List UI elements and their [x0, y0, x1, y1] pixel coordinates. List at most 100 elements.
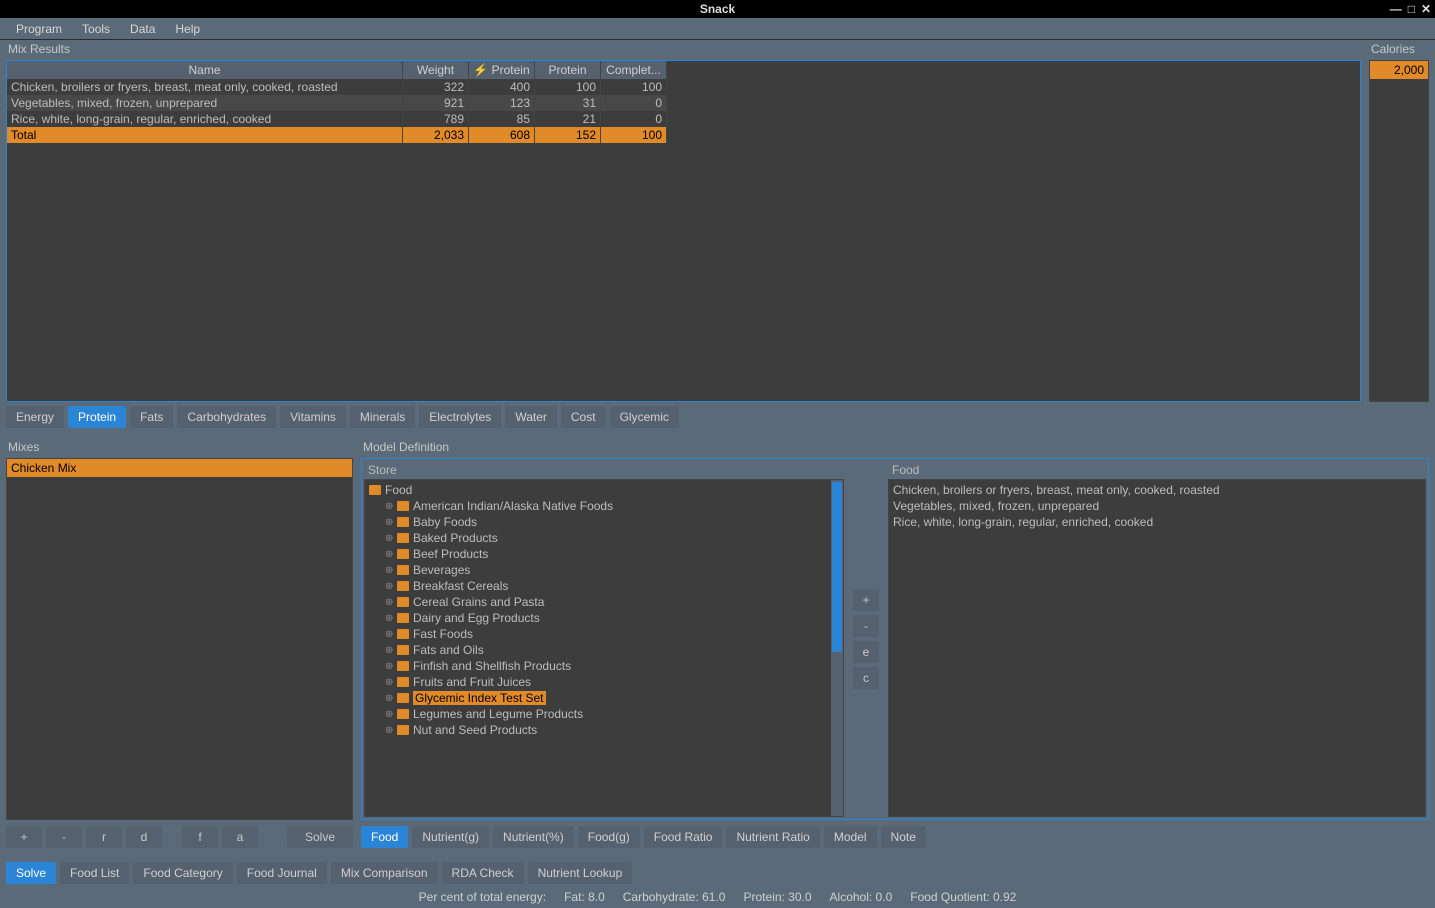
tab-cost[interactable]: Cost: [561, 406, 606, 428]
close-icon[interactable]: ✕: [1421, 2, 1431, 16]
folder-icon: [369, 485, 381, 495]
status-fat: Fat: 8.0: [564, 890, 605, 904]
tree-item[interactable]: ⊕Legumes and Legume Products: [369, 706, 829, 722]
tab-electrolytes[interactable]: Electrolytes: [419, 406, 501, 428]
model-tab-nutrientratio[interactable]: Nutrient Ratio: [726, 826, 819, 848]
tree-item[interactable]: ⊕Fruits and Fruit Juices: [369, 674, 829, 690]
col-kprotein[interactable]: ⚡ Protein: [469, 61, 535, 79]
model-tab-note[interactable]: Note: [881, 826, 926, 848]
tree-scrollbar-thumb[interactable]: [832, 482, 842, 652]
tab-water[interactable]: Water: [505, 406, 557, 428]
window-title: Snack: [700, 2, 735, 16]
status-protein: Protein: 30.0: [743, 890, 811, 904]
col-name[interactable]: Name: [7, 61, 403, 79]
calories-value: 2,000: [1370, 61, 1428, 79]
folder-icon: [397, 693, 409, 703]
menu-tools[interactable]: Tools: [72, 20, 120, 38]
solve-button[interactable]: Solve: [287, 826, 353, 848]
bottom-tab-rda-check[interactable]: RDA Check: [442, 862, 524, 884]
bottom-tab-solve[interactable]: Solve: [6, 862, 56, 884]
mix-item[interactable]: Chicken Mix: [7, 459, 352, 477]
tree-item[interactable]: ⊕Nut and Seed Products: [369, 722, 829, 738]
model-tab-foodratio[interactable]: Food Ratio: [644, 826, 723, 848]
food-item[interactable]: Rice, white, long-grain, regular, enrich…: [893, 514, 1421, 530]
model-tab-nutrientg[interactable]: Nutrient(g): [412, 826, 489, 848]
tree-item[interactable]: ⊕American Indian/Alaska Native Foods: [369, 498, 829, 514]
tree-item[interactable]: ⊕Dairy and Egg Products: [369, 610, 829, 626]
food-list[interactable]: Chicken, broilers or fryers, breast, mea…: [888, 479, 1426, 817]
tree-root[interactable]: Food: [369, 482, 829, 498]
folder-icon: [397, 661, 409, 671]
model-tab-food[interactable]: Food: [361, 826, 408, 848]
tab-energy[interactable]: Energy: [6, 406, 64, 428]
model-tab-foodg[interactable]: Food(g): [578, 826, 640, 848]
bottom-tab-food-category[interactable]: Food Category: [133, 862, 232, 884]
tree-scrollbar[interactable]: [831, 480, 843, 816]
folder-icon: [397, 597, 409, 607]
remove-food-button[interactable]: -: [853, 615, 879, 637]
food-label: Food: [888, 461, 1426, 479]
tab-minerals[interactable]: Minerals: [350, 406, 415, 428]
store-tree[interactable]: Food⊕American Indian/Alaska Native Foods…: [364, 479, 844, 817]
mix-results-panel: Name Weight ⚡ Protein Protein Complet...…: [6, 60, 1361, 402]
food-item[interactable]: Chicken, broilers or fryers, breast, mea…: [893, 482, 1421, 498]
bottom-tab-mix-comparison[interactable]: Mix Comparison: [331, 862, 438, 884]
tab-fats[interactable]: Fats: [130, 406, 173, 428]
tree-item[interactable]: ⊕Fast Foods: [369, 626, 829, 642]
tree-item[interactable]: ⊕Baked Products: [369, 530, 829, 546]
col-complete[interactable]: Complet...: [601, 61, 667, 79]
mix-remove-button[interactable]: -: [46, 826, 82, 848]
mix-r-button[interactable]: r: [86, 826, 122, 848]
mix-d-button[interactable]: d: [126, 826, 162, 848]
status-carb: Carbohydrate: 61.0: [623, 890, 726, 904]
tab-vitamins[interactable]: Vitamins: [280, 406, 346, 428]
mix-add-button[interactable]: +: [6, 826, 42, 848]
maximize-icon[interactable]: □: [1408, 2, 1415, 16]
c-button[interactable]: c: [853, 667, 879, 689]
menu-data[interactable]: Data: [120, 20, 165, 38]
tree-item[interactable]: ⊕Breakfast Cereals: [369, 578, 829, 594]
tree-item[interactable]: ⊕Finfish and Shellfish Products: [369, 658, 829, 674]
table-row[interactable]: Chicken, broilers or fryers, breast, mea…: [7, 79, 667, 95]
status-alcohol: Alcohol: 0.0: [830, 890, 893, 904]
status-prefix: Per cent of total energy:: [419, 890, 546, 904]
folder-icon: [397, 725, 409, 735]
table-row[interactable]: Rice, white, long-grain, regular, enrich…: [7, 111, 667, 127]
folder-icon: [397, 501, 409, 511]
model-tab-nutrient[interactable]: Nutrient(%): [493, 826, 574, 848]
mixes-list[interactable]: Chicken Mix: [6, 458, 353, 820]
mix-f-button[interactable]: f: [182, 826, 218, 848]
tab-glycemic[interactable]: Glycemic: [610, 406, 679, 428]
folder-icon: [397, 677, 409, 687]
add-food-button[interactable]: +: [853, 589, 879, 611]
store-label: Store: [364, 461, 844, 479]
calories-box: 2,000: [1369, 60, 1429, 402]
tree-item[interactable]: ⊕Beverages: [369, 562, 829, 578]
folder-icon: [397, 629, 409, 639]
table-row[interactable]: Vegetables, mixed, frozen, unprepared921…: [7, 95, 667, 111]
e-button[interactable]: e: [853, 641, 879, 663]
tree-item[interactable]: ⊕Fats and Oils: [369, 642, 829, 658]
bottom-tab-food-journal[interactable]: Food Journal: [237, 862, 327, 884]
col-weight[interactable]: Weight: [403, 61, 469, 79]
folder-icon: [397, 613, 409, 623]
food-item[interactable]: Vegetables, mixed, frozen, unprepared: [893, 498, 1421, 514]
bottom-tab-food-list[interactable]: Food List: [60, 862, 129, 884]
mix-a-button[interactable]: a: [222, 826, 258, 848]
menu-help[interactable]: Help: [165, 20, 210, 38]
model-tab-model[interactable]: Model: [824, 826, 877, 848]
bottom-tab-nutrient-lookup[interactable]: Nutrient Lookup: [528, 862, 633, 884]
tree-item[interactable]: ⊕Baby Foods: [369, 514, 829, 530]
folder-icon: [397, 581, 409, 591]
mixes-label: Mixes: [6, 438, 353, 458]
tab-protein[interactable]: Protein: [68, 406, 126, 428]
model-label: Model Definition: [361, 438, 1429, 458]
tab-carbohydrates[interactable]: Carbohydrates: [177, 406, 276, 428]
tree-item[interactable]: ⊕Glycemic Index Test Set: [369, 690, 829, 706]
menu-program[interactable]: Program: [6, 20, 72, 38]
tree-item[interactable]: ⊕Beef Products: [369, 546, 829, 562]
minimize-icon[interactable]: —: [1390, 2, 1402, 16]
tree-item[interactable]: ⊕Cereal Grains and Pasta: [369, 594, 829, 610]
col-protein[interactable]: Protein: [535, 61, 601, 79]
folder-icon: [397, 517, 409, 527]
